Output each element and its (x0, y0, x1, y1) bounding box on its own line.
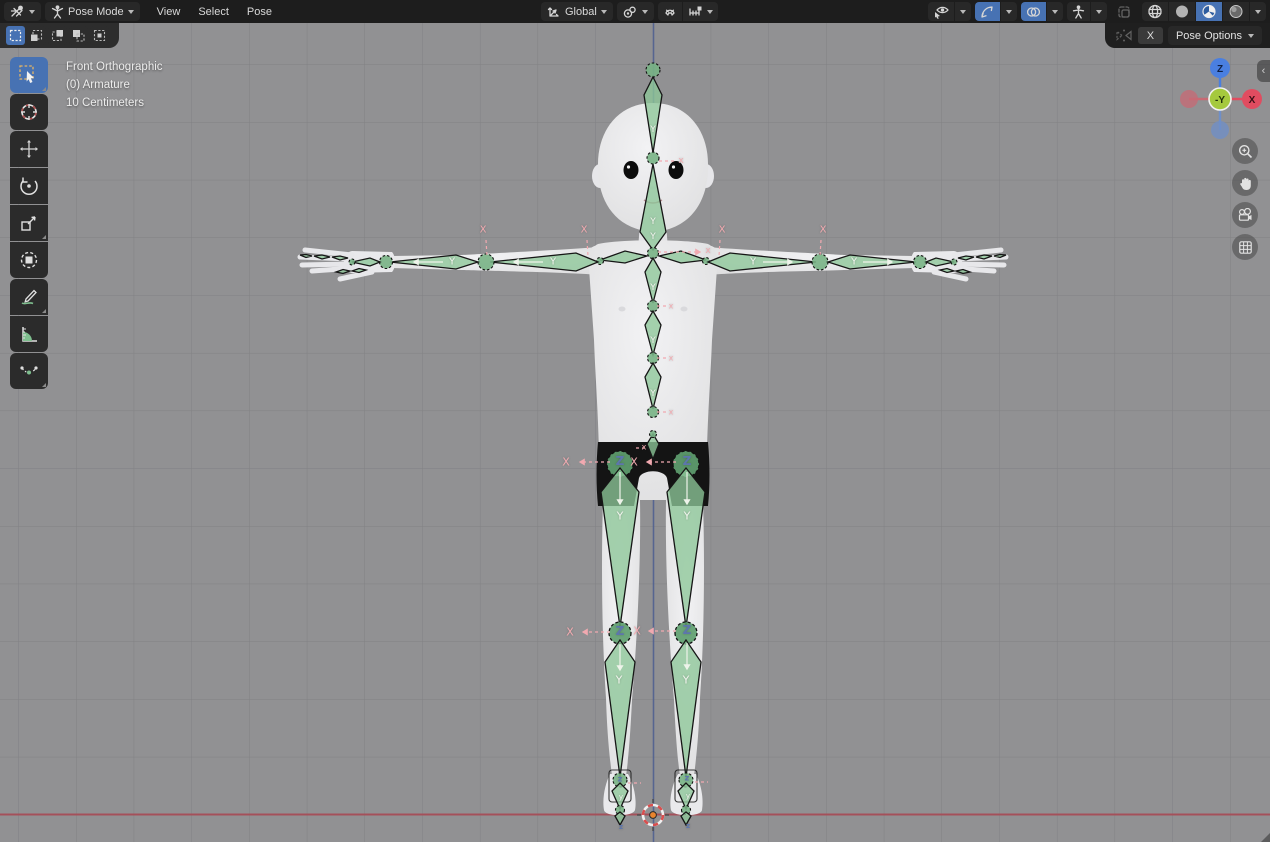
mode-dropdown[interactable]: Pose Mode (45, 2, 140, 21)
toggle-ortho-button[interactable] (1232, 234, 1258, 260)
camera-view-button[interactable] (1232, 202, 1258, 228)
shading-dropdown[interactable] (1250, 2, 1266, 21)
snap-toggle[interactable] (658, 2, 682, 21)
tool-move[interactable] (10, 131, 48, 167)
tool-select-box[interactable] (10, 57, 48, 93)
mirror-x-toggle[interactable]: X (1138, 27, 1163, 44)
display-controls (924, 2, 1266, 21)
orientation-global-icon (547, 5, 561, 19)
view-buttons (1232, 138, 1258, 260)
gizmo-neg-z-ball[interactable] (1211, 121, 1229, 139)
overlays-dropdown[interactable] (1047, 2, 1063, 21)
object-visibility-button[interactable] (928, 2, 954, 21)
chevron-down-icon (1248, 34, 1254, 38)
menu-select[interactable]: Select (189, 6, 238, 18)
chevron-down-icon (128, 10, 134, 14)
pose-options-dropdown[interactable]: Pose Options (1168, 26, 1262, 45)
grid-scale-label: 10 Centimeters (66, 94, 163, 112)
navigation-gizmo[interactable]: X Z -Y (1180, 58, 1264, 142)
chevron-down-icon (29, 10, 35, 14)
pivot-point-icon (623, 5, 638, 19)
mode-label: Pose Mode (68, 6, 124, 18)
visibility-dropdown[interactable] (955, 2, 971, 21)
rendered-sphere-icon (1228, 4, 1244, 19)
viewport-3d[interactable]: .joint{fill:rgba(120,178,133,0.9);stroke… (0, 0, 1270, 842)
orientation-dropdown[interactable]: Global (541, 2, 613, 21)
gizmo-dropdown[interactable] (1001, 2, 1017, 21)
sidebar-toggle-arrow[interactable]: ‹ (1257, 60, 1270, 82)
active-object-label: (0) Armature (66, 76, 163, 94)
chevron-down-icon (601, 10, 607, 14)
tool-scale[interactable] (10, 205, 48, 241)
tool-settings-left (0, 23, 119, 48)
select-mode-set-button[interactable] (6, 26, 25, 45)
pose-options-label: Pose Options (1176, 30, 1242, 42)
gizmo-z-label: Z (1217, 64, 1223, 75)
snap-settings-dropdown[interactable] (683, 2, 718, 21)
view-name-label: Front Orthographic (66, 58, 163, 76)
region-icon (1117, 5, 1132, 19)
visibility-eye-icon (933, 5, 949, 19)
gizmo-x-label: X (1249, 95, 1256, 106)
select-mode-invert-button[interactable] (69, 26, 88, 45)
xray-pose-button[interactable] (1067, 2, 1090, 21)
select-mode-subtract-button[interactable] (48, 26, 67, 45)
pan-hand-button[interactable] (1232, 170, 1258, 196)
snap-increment-icon (688, 5, 703, 19)
xray-group (1067, 2, 1107, 21)
show-overlays-toggle[interactable] (1021, 2, 1046, 21)
tool-settings-right: X Pose Options (1105, 23, 1270, 48)
shading-wireframe-button[interactable] (1142, 2, 1168, 21)
tool-transform[interactable] (10, 242, 48, 278)
menu-pose[interactable]: Pose (238, 6, 281, 18)
show-gizmo-toggle[interactable] (975, 2, 1000, 21)
gizmo-icon (980, 5, 995, 19)
gizmo-neg-y-label: -Y (1215, 95, 1225, 106)
overlays-icon (1026, 5, 1041, 19)
shading-rendered-button[interactable] (1223, 2, 1249, 21)
select-mode-intersect-button[interactable] (90, 26, 109, 45)
viewport-info-overlay: Front Orthographic (0) Armature 10 Centi… (66, 58, 163, 112)
tool-cursor[interactable] (10, 94, 48, 130)
editor-type-button[interactable] (4, 2, 41, 21)
gizmo-group (975, 2, 1017, 21)
gizmo-neg-x-ball[interactable] (1180, 90, 1198, 108)
pose-mode-icon (51, 5, 64, 19)
xray-dropdown[interactable] (1091, 2, 1107, 21)
zoom-button[interactable] (1232, 138, 1258, 164)
select-mode-extend-button[interactable] (27, 26, 46, 45)
tool-pose-breakdowner[interactable] (10, 353, 48, 389)
magnet-icon (663, 5, 677, 19)
tool-rotate[interactable] (10, 168, 48, 204)
shading-solid-button[interactable] (1169, 2, 1195, 21)
menu-view[interactable]: View (148, 6, 190, 18)
pivot-point-dropdown[interactable] (617, 2, 654, 21)
transform-controls: Global (537, 2, 718, 21)
solid-sphere-icon (1174, 4, 1190, 19)
overlays-group (1021, 2, 1063, 21)
chevron-down-icon (642, 10, 648, 14)
render-region-button[interactable] (1111, 2, 1138, 21)
viewport-header: Pose Mode View Select Pose Global (0, 0, 1270, 23)
blender-window: .joint{fill:rgba(120,178,133,0.9);stroke… (0, 0, 1270, 842)
chevron-down-icon (707, 10, 713, 14)
editor-type-icon (10, 5, 25, 19)
tool-annotate[interactable] (10, 279, 48, 315)
visibility-group (928, 2, 971, 21)
mirror-x-icon (1115, 28, 1133, 43)
wireframe-sphere-icon (1147, 4, 1163, 19)
xray-figure-icon (1072, 5, 1085, 19)
toolbar (10, 57, 48, 389)
tool-measure[interactable] (10, 316, 48, 352)
corner-resize-grip[interactable] (1261, 833, 1270, 842)
snap-group (658, 2, 718, 21)
shading-material-button[interactable] (1196, 2, 1222, 21)
material-sphere-icon (1201, 4, 1217, 19)
shading-group (1142, 2, 1266, 21)
orientation-label: Global (565, 6, 597, 18)
